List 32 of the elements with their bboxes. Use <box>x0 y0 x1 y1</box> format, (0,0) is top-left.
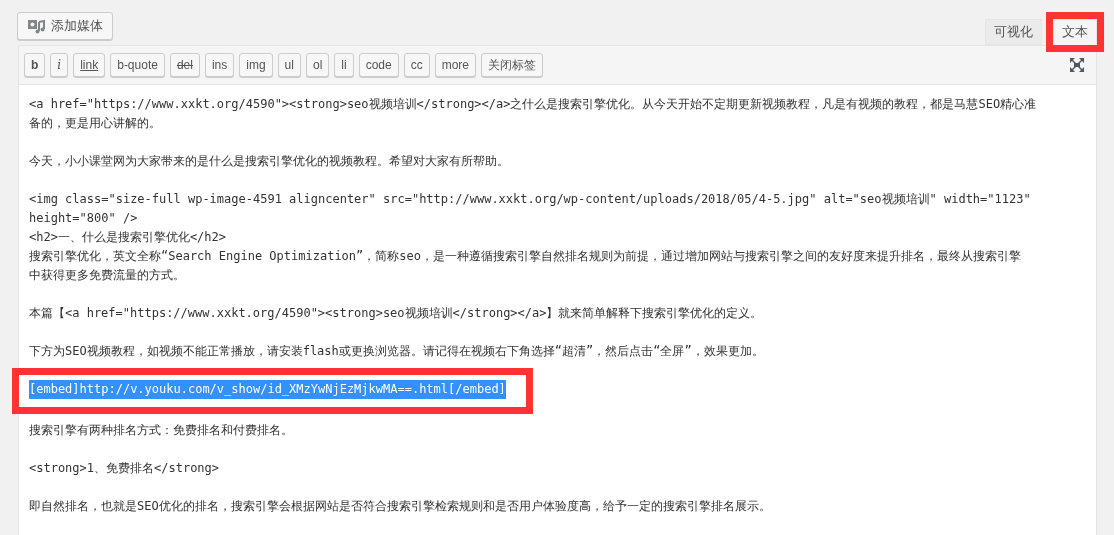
code-line: <a href="https://www.xxkt.org/4590"><strong>seo视频培训</strong></a>之什么是搜索引擎优化。从今天开始不定期更新视频教程，凡是有视频的教程，都是马慧SEO精心准 <box>29 96 1037 113</box>
code-line: 中获得更多免费流量的方式。 <box>29 267 185 284</box>
format-button[interactable]: li <box>334 53 354 77</box>
format-button[interactable]: 关闭标签 <box>481 53 543 77</box>
format-button[interactable]: more <box>434 53 476 77</box>
format-button[interactable]: b-quote <box>110 53 165 77</box>
format-button[interactable]: img <box>239 53 273 77</box>
code-line: 即自然排名，也就是SEO优化的排名，搜索引擎会根据网站是否符合搜索引擎检索规则和是否用户体验度高，给予一定的搜索引擎排名展示。 <box>29 498 771 515</box>
code-line: 下方为SEO视频教程，如视频不能正常播放，请安装flash或更换浏览器。请记得在视频右下角选择“超清”，然后点击“全屏”，效果更加。 <box>29 343 764 360</box>
code-line: 搜索引擎有两种排名方式：免费排名和付费排名。 <box>29 422 293 439</box>
format-button[interactable]: b <box>24 53 46 77</box>
format-button[interactable]: link <box>73 53 106 77</box>
code-line: <img class="size-full wp-image-4591 aligncenter" src="http://www.xxkt.org/wp-content/uploads/2018/05/4-5.jpg" alt="seo视频培训" width="1123" <box>29 191 1031 208</box>
format-button[interactable]: i <box>50 53 69 77</box>
format-button[interactable]: code <box>358 53 399 77</box>
code-line: 搜索引擎优化，英文全称“Search Engine Optimization”，简称seo，是一种遵循搜索引擎自然排名规则为前提，通过增加网站与搜索引擎之间的友好度来提升排名，最终从搜索引擎 <box>29 248 1021 265</box>
fullscreen-icon[interactable] <box>1069 57 1085 73</box>
format-button[interactable]: del <box>169 53 200 77</box>
code-line: 备的，更是用心讲解的。 <box>29 115 161 132</box>
media-icon <box>27 18 45 34</box>
code-line: height="800" /> <box>29 210 138 227</box>
code-line: <strong>1、免费排名</strong> <box>29 460 220 477</box>
code-line: <h2>一、什么是搜索引擎优化</h2> <box>29 229 227 246</box>
code-line: 本篇【<a href="https://www.xxkt.org/4590"><strong>seo视频培训</strong></a>】就来简单解释下搜索引擎优化的定义。 <box>29 305 763 322</box>
format-button[interactable]: ins <box>204 53 235 77</box>
format-button[interactable]: ul <box>277 53 301 77</box>
format-button[interactable]: ol <box>305 53 330 77</box>
editor-tab[interactable]: 可视化 <box>985 19 1042 45</box>
editor-tab[interactable]: 文本 <box>1053 19 1097 45</box>
add-media-button[interactable]: 添加媒体 <box>17 12 113 40</box>
format-button[interactable]: cc <box>403 53 430 77</box>
code-line: 今天，小小课堂网为大家带来的是什么是搜索引擎优化的视频教程。希望对大家有所帮助。 <box>29 153 509 170</box>
